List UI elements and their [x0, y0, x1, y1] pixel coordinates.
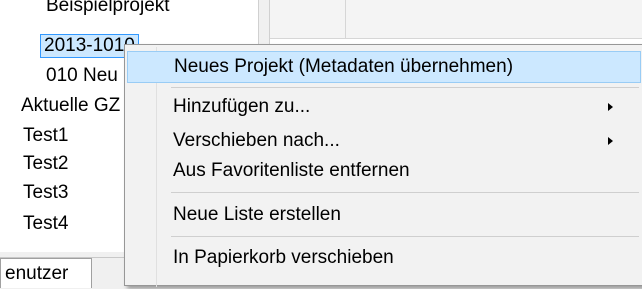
- menu-item-aus-favoritenliste-entfernen[interactable]: Aus Favoritenliste entfernen: [127, 155, 641, 187]
- menu-item-verschieben-nach[interactable]: Verschieben nach...: [127, 125, 641, 157]
- menu-item-in-papierkorb-verschieben[interactable]: In Papierkorb verschieben: [127, 242, 641, 274]
- tree-item-test1[interactable]: Test1: [23, 124, 68, 148]
- menu-separator: [171, 236, 639, 237]
- menu-item-neues-projekt[interactable]: Neues Projekt (Metadaten übernehmen): [127, 51, 641, 83]
- tree-item-aktuelle-gz[interactable]: Aktuelle GZ: [21, 94, 120, 118]
- menu-separator: [171, 87, 639, 88]
- header-divider: [345, 0, 346, 38]
- menu-item-label: In Papierkorb verschieben: [173, 247, 394, 268]
- tree-item-test3[interactable]: Test3: [23, 181, 68, 205]
- menu-item-label: Neues Projekt (Metadaten übernehmen): [174, 56, 514, 77]
- tree-item-test4[interactable]: Test4: [23, 212, 68, 236]
- context-menu: Neues Projekt (Metadaten übernehmen) Hin…: [124, 44, 642, 287]
- menu-item-neue-liste-erstellen[interactable]: Neue Liste erstellen: [127, 199, 641, 231]
- tree-item-010-neu[interactable]: 010 Neu: [46, 64, 118, 88]
- menu-item-label: Neue Liste erstellen: [173, 204, 341, 225]
- submenu-arrow-icon: [608, 137, 613, 145]
- tree-item-beispielprojekt[interactable]: Beispielprojekt: [46, 0, 170, 18]
- menu-item-label: Hinzufügen zu...: [173, 96, 311, 117]
- tab-benutzer[interactable]: enutzer: [0, 258, 92, 288]
- menu-item-hinzufuegen-zu[interactable]: Hinzufügen zu...: [127, 91, 641, 123]
- tree-item-test2[interactable]: Test2: [23, 152, 68, 176]
- submenu-arrow-icon: [608, 103, 613, 111]
- menu-separator: [171, 192, 639, 193]
- detail-header: [270, 0, 642, 39]
- menu-item-label: Aus Favoritenliste entfernen: [173, 160, 410, 181]
- menu-item-label: Verschieben nach...: [173, 130, 340, 151]
